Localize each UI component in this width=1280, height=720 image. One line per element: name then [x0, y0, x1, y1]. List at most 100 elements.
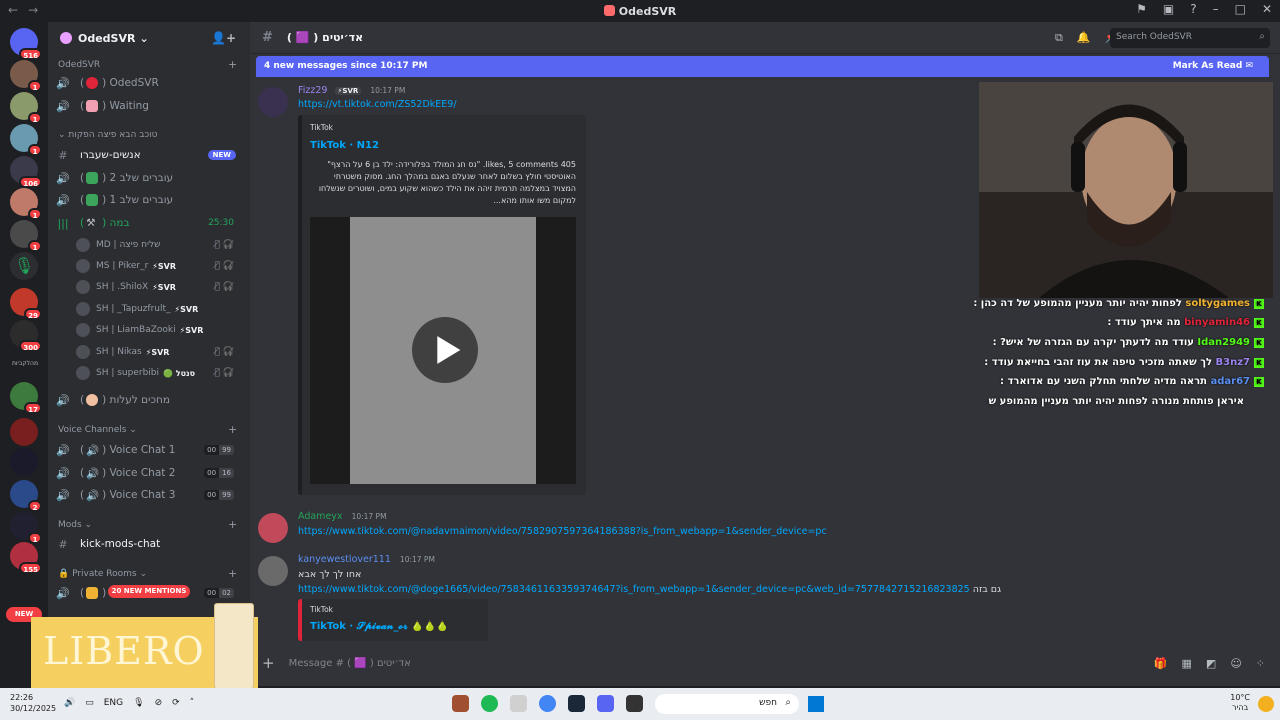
category-header[interactable]: OdedSVR + [58, 58, 237, 71]
server-icon[interactable]: 1 [10, 188, 42, 220]
avatar[interactable] [258, 87, 288, 117]
avatar[interactable] [258, 513, 288, 543]
voice-channel[interactable]: 🔊() Waiting [56, 96, 244, 116]
voice-member[interactable]: MD | שליח פיצה 🎙̸ 🎧̸ [76, 236, 244, 254]
search-input[interactable]: Search OdedSVR ⌕ [1110, 28, 1270, 48]
maximize-button[interactable]: □ [1235, 2, 1246, 16]
message-input[interactable]: Message # ( 🟪 ) אד׳יטים [289, 658, 411, 669]
screen-share-icon[interactable]: ▣ [1163, 2, 1174, 16]
category-header[interactable]: Voice Channels ⌄ + [58, 423, 237, 436]
display-icon[interactable]: ▭ [85, 698, 94, 708]
category-header[interactable]: Mods ⌄ + [58, 518, 237, 531]
new-messages-banner[interactable]: 4 new messages since 10:17 PM Mark As Re… [256, 56, 1269, 77]
voice-channel[interactable]: 🔊() OdedSVR [56, 73, 244, 93]
taskbar-search[interactable]: חפש ⌕ [655, 694, 799, 714]
author-name[interactable]: Adameyx [298, 511, 343, 522]
server-icon[interactable]: 106 [10, 156, 42, 188]
server-icon[interactable]: 155 [10, 542, 42, 574]
embed-provider: TikTok [310, 123, 334, 132]
voice-member[interactable]: MS | Piker_r ⚡SVR 🎙̸ 🎧̸ [76, 257, 244, 275]
category-header[interactable]: 🔒 Private Rooms ⌄ + [58, 567, 237, 580]
server-icon[interactable] [10, 418, 38, 446]
microphone-icon[interactable]: 🎙 [133, 698, 144, 708]
chevron-up-icon[interactable]: ˄ [190, 698, 195, 708]
author-name[interactable]: kanyewestlover111 [298, 554, 391, 565]
weather-widget[interactable]: 10°C בהיר [1230, 693, 1250, 713]
play-icon[interactable] [402, 317, 488, 383]
server-icon[interactable]: 300 [10, 320, 42, 352]
message-link[interactable]: https://vt.tiktok.com/ZS52DkEE9/ [298, 99, 457, 110]
gift-icon[interactable]: 🎁 [1154, 657, 1168, 670]
stage-channel[interactable]: |||(⚒) במה 25:30 [56, 213, 244, 233]
voice-channel[interactable]: 🔊(🔊) Voice Chat 1 00 99 [56, 440, 244, 460]
minimize-button[interactable]: – [1213, 2, 1219, 16]
guild-header[interactable]: OdedSVR ⌄ 👤+ [48, 22, 250, 54]
app-icon[interactable] [510, 695, 527, 712]
server-icon[interactable]: 17 [10, 382, 42, 414]
threads-icon[interactable]: ⧉ [1055, 31, 1063, 45]
voice-member[interactable]: SH | Nikas ⚡SVR 🎙̸ 🎧̸ [76, 343, 244, 361]
video-player[interactable] [310, 217, 576, 484]
language-indicator[interactable]: ENG [104, 698, 123, 708]
server-icon[interactable]: 1 [10, 92, 42, 124]
gif-icon[interactable]: ▦ [1182, 657, 1192, 670]
upload-plus-icon[interactable]: + [262, 654, 275, 672]
server-icon[interactable]: 1 [10, 60, 42, 92]
create-channel-icon[interactable]: + [228, 423, 237, 436]
new-mentions-pill[interactable]: 20 NEW MENTIONS [108, 585, 190, 598]
system-clock[interactable]: 22:26 30/12/2025 [10, 692, 56, 714]
voice-channel[interactable]: 🔊(🔊) Voice Chat 3 00 99 [56, 485, 244, 505]
emoji-icon[interactable]: ☺ [1230, 657, 1241, 670]
help-icon[interactable]: ? [1190, 2, 1196, 16]
voice-member[interactable]: SH | .ShiloX ⚡SVR 🎙̸ 🎧̸ [76, 278, 244, 296]
unread-badge: 516 [19, 48, 42, 60]
sticker-icon[interactable]: ◩ [1206, 657, 1216, 670]
text-channel[interactable]: # kick-mods-chat [56, 534, 244, 554]
text-channel[interactable]: # אנשים-שעברו NEW [56, 145, 244, 165]
avatar[interactable] [258, 556, 288, 586]
app-icon[interactable] [452, 695, 469, 712]
category-header[interactable]: טוכב הבא פיצה הפקות ⌄+ [58, 128, 317, 141]
server-icon[interactable]: 2 [10, 480, 42, 512]
message-composer[interactable]: + Message # ( 🟪 ) אד׳יטים 🎁 ▦ ◩ ☺ ⁘ [262, 649, 1275, 677]
author-name[interactable]: Fizz29 [298, 85, 327, 96]
sync-icon[interactable]: ⟳ [172, 698, 180, 708]
voice-channel[interactable]: 🔊(🔊) Voice Chat 2 00 16 [56, 463, 244, 483]
embed-title[interactable]: TikTok · 𝓢𝓹𝓲𝓿𝓪𝓷_𝓸𝓻 🍐🍐🍐 [310, 621, 448, 632]
server-icon[interactable] [10, 448, 38, 476]
embed-title[interactable]: TikTok · N12 [310, 140, 379, 151]
server-folder-label[interactable]: מהלקביות [6, 360, 44, 367]
create-channel-icon[interactable]: + [228, 518, 237, 531]
message-link[interactable]: https://www.tiktok.com/@nadavmaimon/vide… [298, 526, 827, 537]
network-off-icon[interactable]: ⊘ [155, 698, 163, 708]
message-link[interactable]: https://www.tiktok.com/@doge1665/video/7… [298, 584, 1001, 595]
notification-bell-icon[interactable]: 🔔 [1077, 31, 1091, 45]
inbox-flag-icon[interactable]: ⚑ [1136, 2, 1147, 16]
server-icon[interactable]: 29 [10, 288, 42, 320]
windows-start-icon[interactable] [808, 696, 824, 712]
server-icon[interactable]: 1 [10, 512, 42, 544]
apps-icon[interactable]: ⁘ [1256, 657, 1265, 670]
microphone-server-icon[interactable]: 🎙 [10, 252, 38, 280]
close-button[interactable]: ✕ [1262, 2, 1272, 16]
app-icon[interactable] [626, 695, 643, 712]
mark-as-read-button[interactable]: Mark As Read ✉ [1173, 61, 1253, 71]
create-channel-icon[interactable]: + [228, 58, 237, 71]
discord-icon[interactable] [597, 695, 614, 712]
volume-icon[interactable]: 🔊 [64, 698, 75, 708]
spotify-icon[interactable] [481, 695, 498, 712]
voice-channel[interactable]: 🔊() עוברים שלב 1 [56, 190, 244, 210]
server-icon[interactable]: 1 [10, 220, 42, 252]
voice-member[interactable]: SH | superbibi 🟢 סנטל 🎙̸ 🎧̸ [76, 364, 244, 382]
chrome-icon[interactable] [539, 695, 556, 712]
voice-channel[interactable]: 🔊() מחכים לעלות [56, 390, 244, 410]
home-dm-button[interactable]: 516 [10, 28, 42, 60]
steam-icon[interactable] [568, 695, 585, 712]
audio-wave-icon: ||| [57, 216, 69, 230]
invite-people-icon[interactable]: 👤+ [211, 31, 236, 45]
voice-member[interactable]: SH | LiamBaZooki ⚡SVR [76, 321, 244, 339]
voice-member[interactable]: SH | _Tapuzfrult_ ⚡SVR [76, 300, 244, 318]
voice-channel[interactable]: 🔊() עוברים שלב 2 [56, 168, 244, 188]
server-icon[interactable]: 1 [10, 124, 42, 156]
create-channel-icon[interactable]: + [228, 567, 237, 580]
